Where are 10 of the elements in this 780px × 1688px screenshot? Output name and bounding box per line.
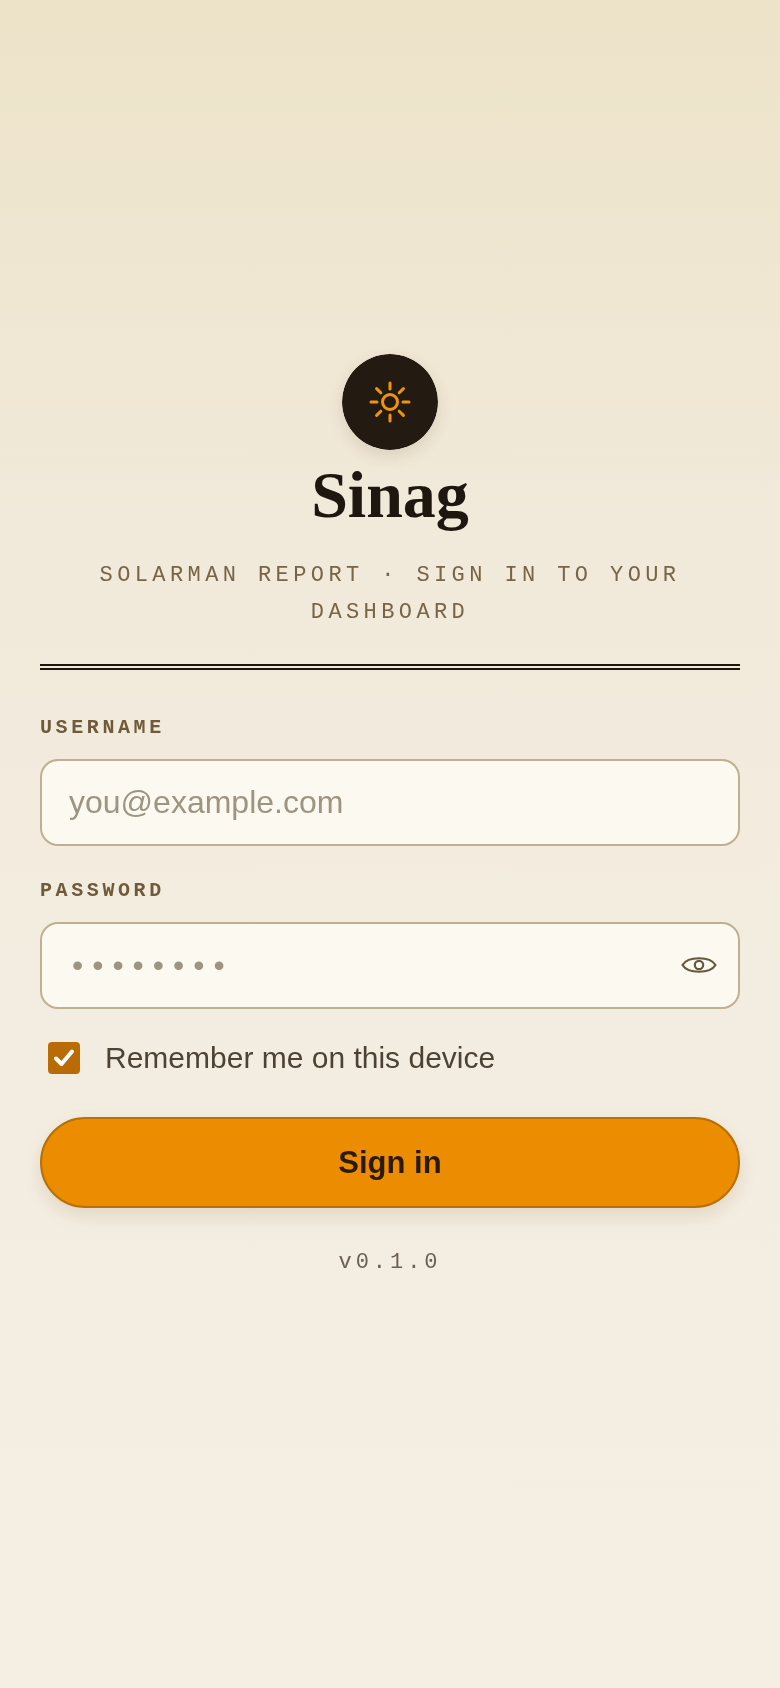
remember-label[interactable]: Remember me on this device	[105, 1041, 496, 1075]
field-label: USERNAME	[40, 716, 165, 740]
subtitle: SOLARMAN REPORT · SIGN IN TO YOUR DASHBOARD	[98, 562, 682, 627]
sun-icon	[342, 354, 438, 450]
checkbox[interactable]	[48, 1042, 80, 1074]
field-label: PASSWORD	[40, 879, 165, 903]
version-text: v0.1.0	[338, 1250, 442, 1276]
app-title: Sinag	[311, 460, 469, 530]
sign-in-button[interactable]: Sign in	[40, 1117, 740, 1208]
username-field[interactable]: you@example.com	[40, 759, 740, 846]
